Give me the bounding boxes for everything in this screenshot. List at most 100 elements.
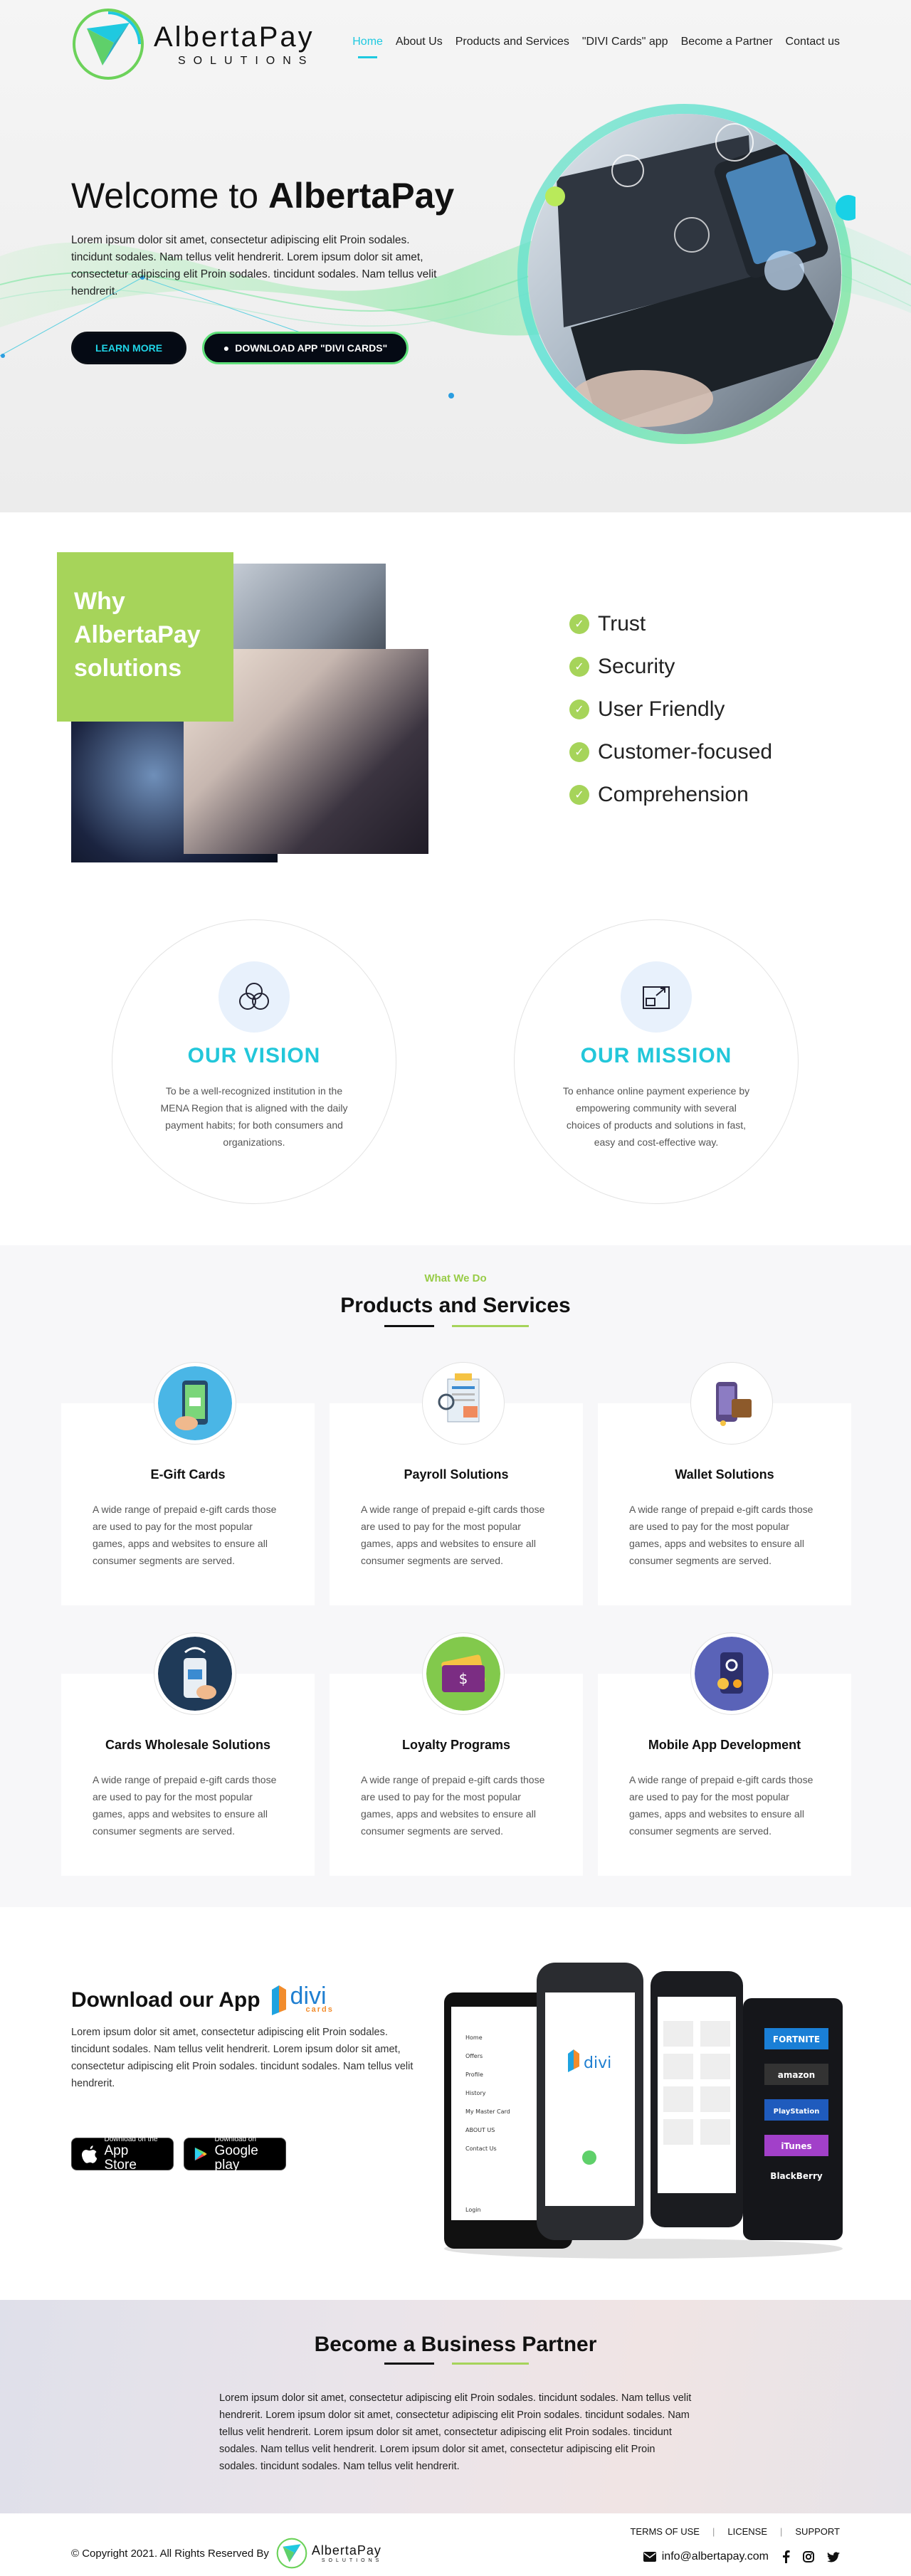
vision-title: OUR VISION — [187, 1044, 321, 1067]
terms-link[interactable]: TERMS OF USE — [630, 2526, 700, 2537]
twitter-icon[interactable] — [827, 2551, 840, 2562]
google-play-icon — [194, 2147, 207, 2161]
svg-text:FORTNITE: FORTNITE — [773, 2034, 820, 2044]
support-link[interactable]: SUPPORT — [795, 2526, 840, 2537]
facebook-icon[interactable] — [781, 2550, 790, 2563]
loyalty-icon: $ — [422, 1632, 505, 1715]
divi-logo: divi cards — [269, 1984, 334, 2017]
mission-icon — [621, 961, 692, 1033]
products-section: What We Do Products and Services E-Gift … — [0, 1245, 911, 1907]
svg-text:iTunes: iTunes — [781, 2141, 811, 2151]
instagram-icon[interactable] — [803, 2551, 814, 2562]
hero-title: Welcome to AlbertaPay — [71, 176, 455, 216]
nav-products-services[interactable]: Products and Services — [456, 36, 569, 48]
email-link[interactable]: info@albertapay.com — [643, 2550, 769, 2563]
svg-text:amazon: amazon — [778, 2070, 815, 2080]
logo-mark-icon — [73, 9, 144, 80]
cards-wholesale-icon — [154, 1632, 236, 1715]
site-header: AlbertaPay SOLUTIONS Home About Us Produ… — [0, 0, 911, 88]
why-heading-box: Why AlbertaPay solutions — [57, 552, 233, 722]
learn-more-button[interactable]: LEARN MORE — [71, 332, 186, 364]
download-app-button[interactable]: ● DOWNLOAD APP "DIVI CARDS" — [202, 332, 409, 364]
why-item: ✓ User Friendly — [569, 697, 772, 722]
svg-text:$: $ — [459, 1670, 468, 1687]
svg-text:BlackBerry: BlackBerry — [770, 2171, 823, 2181]
app-phones-image: Home Offers Profile History My Master Ca… — [444, 1963, 843, 2259]
why-item: ✓ Trust — [569, 612, 772, 636]
app-title: Download our App divi cards — [71, 1984, 334, 2017]
footer-links: TERMS OF USE | LICENSE | SUPPORT — [630, 2526, 840, 2537]
why-list: ✓ Trust ✓ Security ✓ User Friendly ✓ Custome… — [569, 612, 772, 825]
svg-text:Contact Us: Contact Us — [465, 2145, 497, 2152]
nav-become-partner[interactable]: Become a Partner — [681, 36, 773, 48]
egift-card-icon — [154, 1362, 236, 1445]
footer-logo[interactable]: AlbertaPay SOLUTIONS — [276, 2538, 382, 2569]
payroll-icon — [422, 1362, 505, 1445]
mission-title: OUR MISSION — [580, 1044, 732, 1067]
svg-text:ABOUT US: ABOUT US — [465, 2127, 495, 2133]
why-heading-line: Why — [74, 588, 125, 615]
product-card[interactable]: Cards Wholesale Solutions A wide range o… — [61, 1632, 315, 1876]
why-item: ✓ Customer-focused — [569, 740, 772, 764]
svg-text:Home: Home — [465, 2034, 483, 2041]
check-icon: ✓ — [569, 785, 589, 805]
divi-logo-icon — [271, 1985, 286, 2015]
license-link[interactable]: LICENSE — [727, 2526, 767, 2537]
why-section: Why AlbertaPay solutions ✓ Trust ✓ Securit… — [0, 512, 911, 911]
download-icon: ● — [223, 342, 230, 354]
copyright: © Copyright 2021. All Rights Reserved By… — [71, 2538, 382, 2569]
mobile-app-dev-icon — [690, 1632, 773, 1715]
product-card[interactable]: $ Loyalty Programs A wide range of prepa… — [330, 1632, 583, 1876]
check-icon: ✓ — [569, 657, 589, 677]
vision-icon — [218, 961, 290, 1033]
mission-text: To enhance online payment experience by … — [562, 1085, 750, 1148]
partner-description: Lorem ipsum dolor sit amet, consectetur … — [219, 2392, 692, 2472]
vision-card: OUR VISION To be a well-recognized insti… — [112, 919, 396, 1204]
nav-home[interactable]: Home — [352, 36, 383, 58]
hero-laptop-image — [517, 104, 855, 444]
nav-about-us[interactable]: About Us — [396, 36, 443, 48]
app-description: Lorem ipsum dolor sit amet, consectetur … — [71, 2027, 414, 2089]
partner-title: Become a Business Partner — [314, 2333, 597, 2356]
why-item: ✓ Security — [569, 655, 772, 679]
vision-mission-section: OUR VISION To be a well-recognized insti… — [0, 911, 911, 1245]
apple-icon — [82, 2145, 98, 2163]
title-underline — [384, 2363, 529, 2365]
svg-text:PlayStation: PlayStation — [774, 2108, 820, 2116]
products-title: Products and Services — [340, 1294, 571, 1317]
partner-section: Become a Business Partner Lorem ipsum do… — [0, 2300, 911, 2513]
svg-text:divi: divi — [584, 2054, 611, 2072]
svg-text:Login: Login — [465, 2207, 481, 2213]
product-card[interactable]: Wallet Solutions A wide range of prepaid… — [598, 1362, 851, 1605]
check-icon: ✓ — [569, 614, 589, 634]
nav-divi-cards-app[interactable]: "DIVI Cards" app — [582, 36, 668, 48]
wallet-icon — [690, 1362, 773, 1445]
download-app-label: DOWNLOAD APP "DIVI CARDS" — [235, 342, 388, 354]
why-heading-line: solutions — [74, 655, 182, 682]
why-item: ✓ Comprehension — [569, 783, 772, 807]
svg-text:My Master Card: My Master Card — [465, 2108, 510, 2115]
product-card[interactable]: Mobile App Development A wide range of p… — [598, 1632, 851, 1876]
product-card[interactable]: Payroll Solutions A wide range of prepai… — [330, 1362, 583, 1605]
products-kicker: What We Do — [424, 1272, 487, 1284]
svg-text:Offers: Offers — [465, 2053, 483, 2059]
brand-tagline: SOLUTIONS — [178, 54, 315, 67]
check-icon: ✓ — [569, 700, 589, 719]
mail-icon — [643, 2552, 656, 2562]
nav-contact-us[interactable]: Contact us — [786, 36, 840, 48]
check-icon: ✓ — [569, 742, 589, 762]
brand-name: AlbertaPay — [154, 21, 315, 53]
brand-logo[interactable]: AlbertaPay SOLUTIONS — [71, 7, 315, 81]
google-play-button[interactable]: Download on Google play — [184, 2136, 286, 2173]
download-app-section: Download our App divi cards Lorem ipsum … — [0, 1907, 911, 2300]
vision-text: To be a well-recognized institution in t… — [160, 1085, 348, 1148]
app-store-button[interactable]: Download on the App Store — [71, 2136, 174, 2173]
svg-text:History: History — [465, 2090, 486, 2096]
main-nav: Home About Us Products and Services "DIV… — [352, 36, 840, 58]
hero-description: Lorem ipsum dolor sit amet, consectetur … — [71, 234, 437, 297]
product-card[interactable]: E-Gift Cards A wide range of prepaid e-g… — [61, 1362, 315, 1605]
svg-text:Profile: Profile — [465, 2071, 483, 2078]
footer-contact: info@albertapay.com — [643, 2550, 840, 2563]
why-heading-line: AlbertaPay — [74, 621, 201, 648]
title-underline — [384, 1325, 529, 1327]
